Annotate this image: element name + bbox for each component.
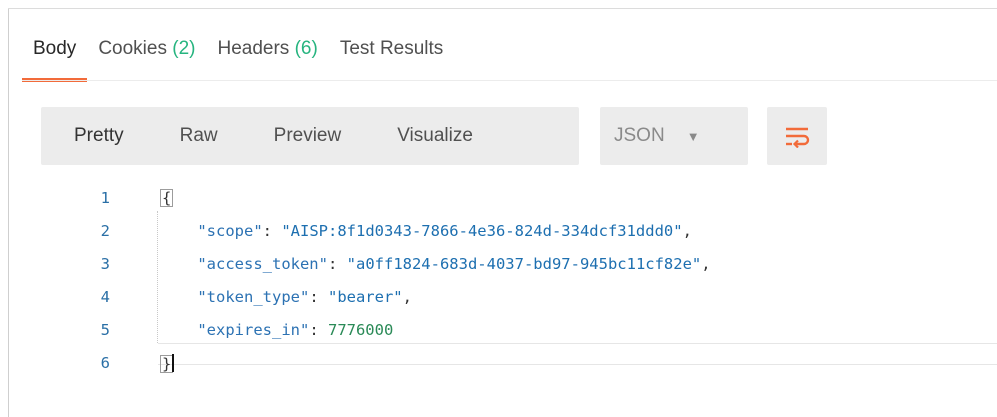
line-number: 5 — [100, 321, 110, 339]
json-key: "access_token" — [197, 255, 328, 273]
matched-brace: } — [160, 355, 174, 373]
pretty-button[interactable]: Pretty — [41, 125, 149, 147]
tab-count-badge: (6) — [294, 38, 318, 59]
panel-top-border — [8, 8, 997, 9]
json-key: "token_type" — [197, 288, 310, 306]
tab-label: Body — [33, 38, 77, 59]
response-tabs: Body Cookies (2) Headers (6) Test Result… — [22, 28, 454, 82]
response-body-editor[interactable]: 1 { 2 "scope": "AISP:8f1d0343-7866-4e36-… — [60, 189, 997, 379]
json-string-value: "bearer" — [327, 288, 403, 306]
tab-label: Cookies — [98, 38, 167, 59]
panel-left-border — [8, 8, 9, 417]
json-key: "scope" — [197, 222, 263, 240]
line-number: 1 — [100, 189, 110, 207]
raw-button[interactable]: Raw — [149, 125, 243, 147]
text-cursor — [172, 354, 175, 372]
code-text: "expires_in": 7776000 — [197, 321, 394, 339]
preview-button[interactable]: Preview — [243, 125, 367, 147]
tab-label: Test Results — [339, 38, 444, 59]
code-line: 5 "expires_in": 7776000 — [60, 321, 997, 343]
language-select-value: JSON — [614, 125, 665, 146]
line-number: 4 — [100, 288, 110, 306]
code-text: } — [160, 354, 175, 373]
code-line: 2 "scope": "AISP:8f1d0343-7866-4e36-824d… — [60, 222, 997, 244]
json-comma: , — [682, 222, 692, 240]
tab-count-badge: (2) — [172, 38, 196, 59]
tab-body[interactable]: Body — [22, 28, 88, 82]
code-line: 1 { — [60, 189, 997, 211]
line-number: 3 — [100, 255, 110, 273]
line-number: 2 — [100, 222, 110, 240]
tabs-divider — [22, 80, 997, 81]
format-toggle-group: Pretty Raw Preview Visualize — [41, 107, 579, 165]
code-line: 6 } — [60, 354, 997, 376]
json-key: "expires_in" — [197, 321, 310, 339]
tab-label: Headers — [217, 38, 290, 59]
visualize-button[interactable]: Visualize — [366, 125, 498, 147]
code-text: "token_type": "bearer", — [197, 288, 412, 306]
json-string-value: "a0ff1824-683d-4037-bd97-945bc11cf82e" — [346, 255, 702, 273]
json-comma: , — [402, 288, 412, 306]
json-number-value: 7776000 — [327, 321, 394, 339]
caret-down-icon: ▼ — [686, 128, 700, 144]
line-number: 6 — [100, 354, 110, 372]
wrap-lines-icon — [786, 127, 810, 148]
wrap-lines-button[interactable] — [767, 107, 827, 165]
tab-headers[interactable]: Headers (6) — [206, 28, 328, 72]
code-text: { — [160, 189, 174, 207]
tab-cookies[interactable]: Cookies (2) — [87, 28, 206, 72]
code-text: "scope": "AISP:8f1d0343-7866-4e36-824d-3… — [197, 222, 692, 240]
code-line: 3 "access_token": "a0ff1824-683d-4037-bd… — [60, 255, 997, 277]
tab-test-results[interactable]: Test Results — [329, 28, 454, 72]
matched-brace: { — [160, 189, 174, 207]
language-select[interactable]: JSON ▼ — [600, 107, 748, 165]
response-panel: Body Cookies (2) Headers (6) Test Result… — [0, 0, 997, 417]
json-comma: , — [701, 255, 711, 273]
json-string-value: "AISP:8f1d0343-7866-4e36-824d-334dcf31dd… — [281, 222, 683, 240]
code-text: "access_token": "a0ff1824-683d-4037-bd97… — [197, 255, 711, 273]
code-line: 4 "token_type": "bearer", — [60, 288, 997, 310]
